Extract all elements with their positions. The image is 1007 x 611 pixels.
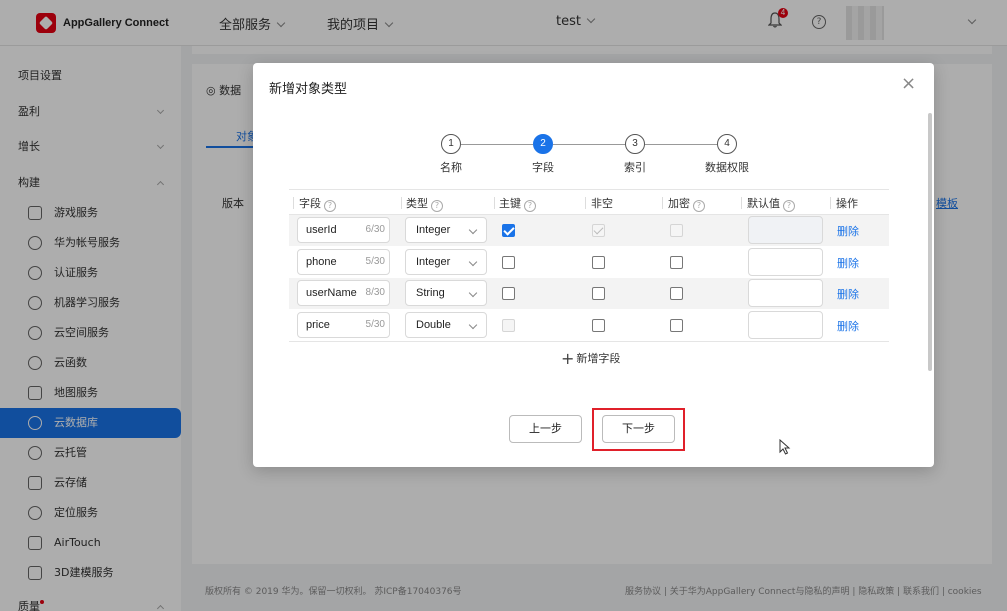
- delete-link[interactable]: 删除: [837, 318, 859, 334]
- col-primary-key: 主键?: [499, 195, 536, 212]
- step-connector: [461, 144, 533, 145]
- field-name-input[interactable]: phone 5/30: [297, 249, 390, 275]
- encrypt-checkbox: [670, 224, 683, 237]
- default-value-input[interactable]: [748, 311, 823, 339]
- new-object-type-dialog: 新增对象类型 × 1 2 3 4 名称 字段 索引 数据权限 字段? 类型? 主…: [253, 63, 934, 467]
- chevron-down-icon: [468, 225, 478, 235]
- chevron-down-icon: [468, 288, 478, 298]
- fields-table-header: 字段? 类型? 主键? 非空 加密? 默认值? 操作: [289, 189, 889, 215]
- plus-icon: +: [561, 349, 575, 368]
- col-not-null-label: 非空: [591, 197, 613, 210]
- table-row: price 5/30 Double 删除: [289, 310, 889, 341]
- step-3-label: 索引: [624, 161, 646, 174]
- type-value: String: [416, 287, 445, 299]
- col-field: 字段?: [299, 195, 336, 212]
- step-2-label: 字段: [532, 161, 554, 174]
- help-icon[interactable]: ?: [524, 200, 536, 212]
- field-name-input[interactable]: userName 8/30: [297, 280, 390, 306]
- type-select[interactable]: Double: [405, 312, 487, 338]
- default-value-input[interactable]: [748, 279, 823, 307]
- char-count: 8/30: [365, 287, 385, 298]
- step-connector: [645, 144, 717, 145]
- step-2-indicator: 2: [533, 134, 553, 154]
- col-default-label: 默认值: [747, 197, 780, 210]
- field-name-input[interactable]: price 5/30: [297, 312, 390, 338]
- encrypt-checkbox[interactable]: [670, 319, 683, 332]
- table-row: phone 5/30 Integer 删除: [289, 247, 889, 278]
- column-separator: [830, 197, 831, 209]
- field-name-value: price: [306, 319, 330, 331]
- next-button-highlight-box: [592, 408, 685, 451]
- chevron-down-icon: [468, 320, 478, 330]
- type-select[interactable]: Integer: [405, 249, 487, 275]
- step-4-label: 数据权限: [705, 161, 749, 174]
- help-icon[interactable]: ?: [324, 200, 336, 212]
- delete-link[interactable]: 删除: [837, 223, 859, 239]
- field-name-value: userId: [306, 224, 337, 236]
- table-row: userName 8/30 String 删除: [289, 278, 889, 309]
- primary-key-checkbox[interactable]: [502, 256, 515, 269]
- step-4-indicator: 4: [717, 134, 737, 154]
- column-separator: [741, 197, 742, 209]
- primary-key-checkbox: [502, 319, 515, 332]
- char-count: 6/30: [365, 224, 385, 235]
- field-name-input[interactable]: userId 6/30: [297, 217, 390, 243]
- column-separator: [401, 197, 402, 209]
- add-field-button[interactable]: + 新增字段: [561, 349, 620, 368]
- dialog-scrollbar[interactable]: [928, 113, 932, 371]
- primary-key-checkbox[interactable]: [502, 287, 515, 300]
- col-primary-key-label: 主键: [499, 197, 521, 210]
- col-action: 操作: [836, 195, 858, 211]
- encrypt-checkbox[interactable]: [670, 256, 683, 269]
- column-separator: [494, 197, 495, 209]
- encrypt-checkbox[interactable]: [670, 287, 683, 300]
- step-connector: [553, 144, 625, 145]
- type-select[interactable]: Integer: [405, 217, 487, 243]
- col-encrypt: 加密?: [668, 195, 705, 212]
- col-type: 类型?: [406, 195, 443, 212]
- column-separator: [662, 197, 663, 209]
- chevron-down-icon: [468, 257, 478, 267]
- prev-button[interactable]: 上一步: [509, 415, 582, 443]
- column-separator: [585, 197, 586, 209]
- col-type-label: 类型: [406, 197, 428, 210]
- table-bottom-border: [289, 341, 889, 342]
- mouse-cursor-icon: [779, 439, 791, 455]
- primary-key-checkbox[interactable]: [502, 224, 515, 237]
- dialog-title: 新增对象类型: [269, 82, 348, 97]
- col-encrypt-label: 加密: [668, 197, 690, 210]
- type-select[interactable]: String: [405, 280, 487, 306]
- step-1-indicator: 1: [441, 134, 461, 154]
- not-null-checkbox[interactable]: [592, 256, 605, 269]
- type-value: Integer: [416, 224, 451, 236]
- help-icon[interactable]: ?: [431, 200, 443, 212]
- add-field-label: 新增字段: [576, 352, 621, 365]
- help-icon[interactable]: ?: [783, 200, 795, 212]
- delete-link[interactable]: 删除: [837, 286, 859, 302]
- step-1-label: 名称: [440, 161, 462, 174]
- type-value: Double: [416, 319, 451, 331]
- default-value-input: [748, 216, 823, 244]
- char-count: 5/30: [365, 319, 385, 330]
- delete-link[interactable]: 删除: [837, 255, 859, 271]
- default-value-input[interactable]: [748, 248, 823, 276]
- not-null-checkbox[interactable]: [592, 287, 605, 300]
- not-null-checkbox[interactable]: [592, 319, 605, 332]
- table-row: userId 6/30 Integer 删除: [289, 215, 889, 246]
- step-3-indicator: 3: [625, 134, 645, 154]
- close-icon[interactable]: ×: [901, 75, 916, 93]
- field-name-value: userName: [306, 287, 357, 299]
- type-value: Integer: [416, 256, 451, 268]
- column-separator: [293, 197, 294, 209]
- help-icon[interactable]: ?: [693, 200, 705, 212]
- char-count: 5/30: [365, 256, 385, 267]
- col-not-null: 非空: [591, 195, 613, 211]
- col-default: 默认值?: [747, 195, 795, 212]
- field-name-value: phone: [306, 256, 337, 268]
- not-null-checkbox: [592, 224, 605, 237]
- col-action-label: 操作: [836, 197, 858, 210]
- col-field-label: 字段: [299, 197, 321, 210]
